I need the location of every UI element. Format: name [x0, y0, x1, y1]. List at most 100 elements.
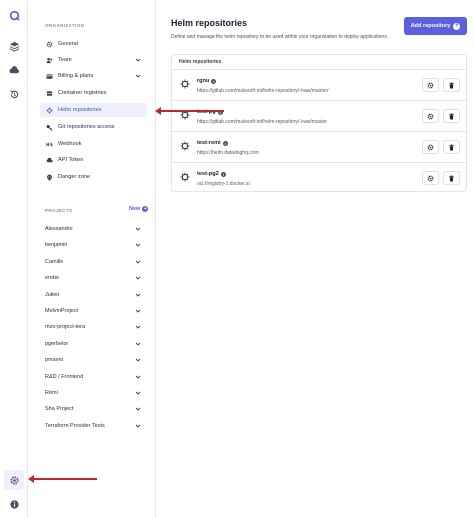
project-item[interactable]: Julien	[40, 288, 147, 302]
helm-repositories-card: Helm repositories rgnu i https://gitlab.co…	[171, 54, 467, 192]
info-icon[interactable]: i	[222, 140, 228, 146]
info-icon[interactable]	[5, 495, 23, 513]
history-icon[interactable]	[5, 85, 23, 103]
project-item[interactable]: Sha Project	[40, 402, 147, 416]
nav-item-label: API Token	[58, 157, 84, 163]
page-description: Define and manage the helm repository to…	[171, 34, 389, 40]
chevron-down-icon	[135, 375, 141, 379]
project-name: Alessandro	[45, 226, 73, 232]
chevron-down-icon	[135, 260, 141, 264]
repository-name-wrap: rgnu i	[197, 78, 217, 84]
page-title: Helm repositories	[171, 18, 248, 28]
chevron-down-icon	[135, 309, 141, 313]
nav-item-helm-repositories[interactable]: Helm repositories	[40, 103, 147, 117]
chevron-down-icon	[135, 293, 141, 297]
logo-icon[interactable]	[5, 6, 23, 24]
nav-item-general[interactable]: General	[40, 37, 147, 51]
project-item[interactable]: MelvinProject	[40, 304, 147, 318]
delete-repository-button[interactable]	[443, 78, 460, 92]
nav-item-git-repositories-access[interactable]: Git repositories access	[40, 120, 147, 134]
nav-item-label: Git repositories access	[58, 124, 115, 130]
chevron-down-icon	[135, 391, 141, 395]
trash-icon	[449, 113, 454, 119]
add-repository-label: Add repository	[410, 23, 451, 29]
nav-item-api-token[interactable]: API Token	[40, 153, 147, 167]
project-name: erebe	[45, 275, 60, 282]
chevron-down-icon	[135, 424, 141, 428]
chevron-down-icon	[135, 358, 141, 362]
plus-icon: +	[142, 206, 149, 212]
repository-row: rgnu i https://gitlab.com/mulesoft-int/hel…	[172, 70, 466, 101]
repository-name: rgnu	[197, 78, 210, 84]
project-name: Camille	[45, 258, 64, 265]
project-name: R&D / Frontend	[45, 373, 84, 380]
project-item[interactable]: R&D / Frontend	[40, 370, 147, 384]
delete-repository-button[interactable]	[443, 109, 460, 123]
projects-section-title: PROJECTS	[45, 208, 73, 213]
edit-repository-button[interactable]	[422, 171, 439, 185]
helm-icon	[45, 106, 53, 114]
chevron-down-icon	[135, 244, 141, 248]
repository-url: https://gitlab.com/mulesoft-int/helm-rep…	[197, 119, 328, 125]
repository-name-wrap: test-remi i	[197, 140, 228, 146]
settings-gear-icon[interactable]	[4, 470, 24, 490]
project-item[interactable]: Rémi	[40, 386, 147, 400]
chevron-down-icon	[135, 342, 141, 346]
nav-item-container-registries[interactable]: Container registries	[40, 86, 147, 100]
nav-item-webhook[interactable]: Webhook	[40, 137, 147, 151]
chevron-down-icon	[135, 276, 141, 280]
gear-icon	[45, 40, 53, 48]
delete-repository-button[interactable]	[443, 140, 460, 154]
new-project-button[interactable]: New +	[129, 206, 149, 212]
project-item[interactable]: benjamin	[40, 238, 147, 252]
gear-icon	[427, 144, 434, 150]
project-name: pmavro	[45, 357, 64, 364]
icon-rail	[0, 0, 28, 518]
chevron-down-icon	[135, 326, 141, 330]
nav-item-billing[interactable]: Billing & plans	[40, 69, 147, 83]
annotation-arrow	[155, 107, 224, 115]
annotation-arrow	[28, 475, 97, 483]
chevron-down-icon	[135, 408, 141, 412]
project-name: mzo-project-tera	[45, 324, 86, 331]
layers-icon[interactable]	[5, 37, 23, 55]
nav-item-danger-zone[interactable]: Danger zone	[40, 170, 147, 184]
repository-url: https://gitlab.com/mulesoft-int/helm-rep…	[197, 88, 329, 94]
project-item[interactable]: pmavro	[40, 353, 147, 367]
repository-url: https://helm.datadoghq.com	[197, 150, 259, 156]
info-icon[interactable]: i	[211, 78, 217, 84]
nav-item-label: Container registries	[58, 90, 107, 96]
edit-repository-button[interactable]	[422, 78, 439, 92]
info-icon[interactable]: i	[220, 171, 226, 177]
project-item[interactable]: Alessandro	[40, 222, 147, 236]
skull-icon	[45, 173, 53, 181]
nav-item-team[interactable]: Team	[40, 53, 147, 67]
cloud-icon[interactable]	[5, 61, 23, 79]
nav-item-label: Danger zone	[58, 174, 91, 180]
card-icon	[45, 72, 53, 80]
project-item[interactable]: pgerbelor	[40, 337, 147, 351]
cloud-icon	[45, 156, 53, 164]
project-item[interactable]: Camille	[40, 255, 147, 269]
gear-icon	[427, 113, 434, 119]
delete-repository-button[interactable]	[443, 171, 460, 185]
project-name: Sha Project	[45, 406, 74, 413]
project-name: benjamin	[45, 242, 68, 249]
repository-name-wrap: test-pg2 i	[197, 171, 226, 177]
helm-icon	[180, 141, 190, 151]
project-item[interactable]: erebe	[40, 271, 147, 285]
trash-icon	[449, 175, 454, 181]
edit-repository-button[interactable]	[422, 109, 439, 123]
project-item[interactable]: mzo-project-tera	[40, 320, 147, 334]
add-repository-button[interactable]: Add repository +	[404, 17, 467, 35]
settings-nav: ORGANIZATION General Team Billing & plan…	[28, 0, 156, 518]
webhook-icon	[45, 140, 53, 148]
project-item[interactable]: Terraform Provider Tests	[40, 419, 147, 433]
repository-name: test-remi	[197, 140, 221, 146]
repository-row: test-pg2 i oci://registry-1.docker.io	[172, 163, 466, 194]
edit-repository-button[interactable]	[422, 140, 439, 154]
chevron-down-icon	[135, 58, 141, 62]
key-icon	[45, 123, 53, 131]
nav-item-label: Webhook	[58, 141, 82, 147]
users-icon	[45, 56, 53, 64]
